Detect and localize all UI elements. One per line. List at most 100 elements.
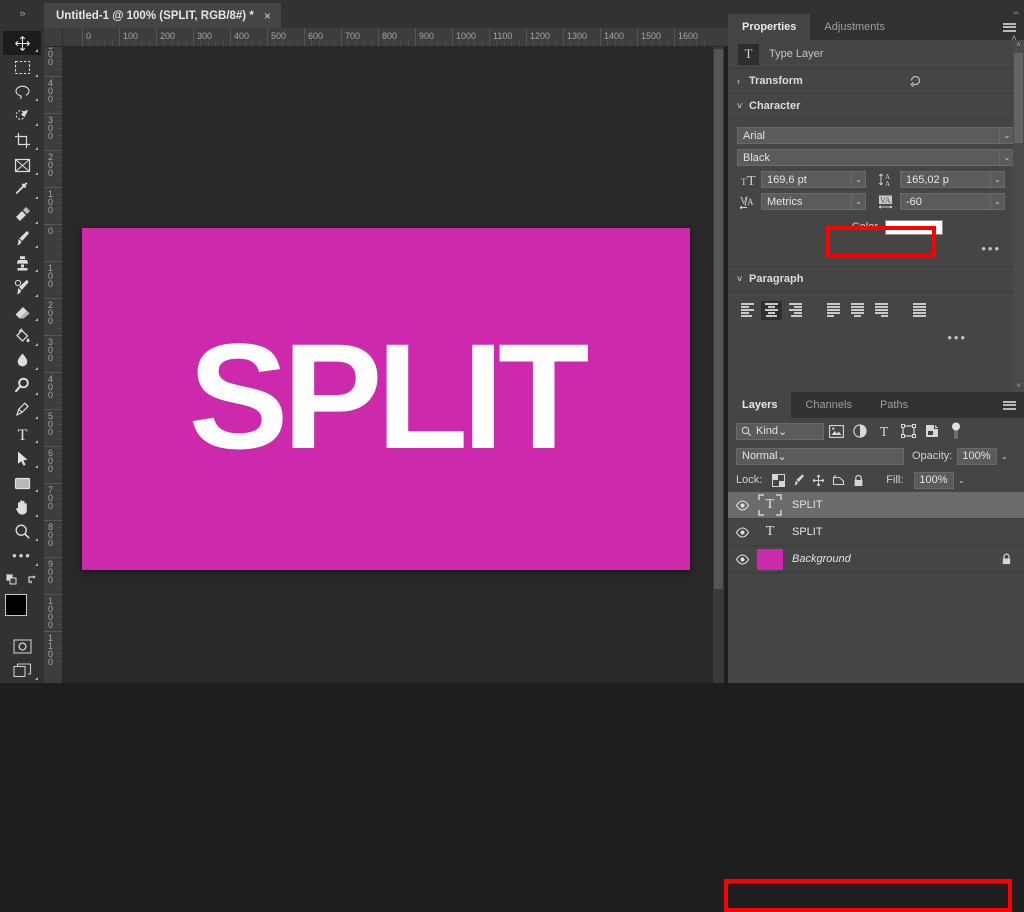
lock-artboard-nesting-icon[interactable] (828, 471, 848, 489)
lasso-tool[interactable] (3, 80, 41, 104)
eyedropper-tool[interactable] (3, 178, 41, 202)
pixel-filter-icon[interactable] (824, 421, 848, 441)
layer-visibility-icon[interactable] (728, 500, 756, 511)
justify-last-left-button[interactable] (823, 301, 844, 320)
zoom-tool[interactable] (3, 520, 41, 544)
dodge-tool[interactable] (3, 373, 41, 397)
leading-field[interactable]: AA 165,02 p ⌄ (876, 171, 1015, 188)
layer-thumbnail[interactable]: T (756, 521, 784, 543)
eraser-tool[interactable] (3, 300, 41, 324)
layer-name[interactable]: SPLIT (792, 499, 823, 511)
chevron-down-icon[interactable]: ⌄ (999, 150, 1014, 165)
quick-selection-tool[interactable] (3, 104, 41, 128)
chevron-down-icon[interactable]: ⌄ (997, 448, 1011, 465)
font-family-select[interactable]: Arial ⌄ (737, 127, 1015, 144)
chevron-down-icon[interactable]: ⌄ (999, 128, 1014, 143)
lock-position-icon[interactable] (808, 471, 828, 489)
tab-channels[interactable]: Channels (791, 392, 865, 418)
tab-properties[interactable]: Properties (728, 14, 810, 40)
smart-object-filter-icon[interactable] (920, 421, 944, 441)
properties-scrollbar-thumb[interactable] (1014, 53, 1023, 143)
artboard[interactable]: SPLIT (82, 228, 690, 570)
swap-colors-icon[interactable] (27, 574, 39, 585)
clone-stamp-tool[interactable] (3, 251, 41, 275)
lock-transparent-pixels-icon[interactable] (768, 471, 788, 489)
layer-visibility-icon[interactable] (728, 554, 756, 565)
justify-last-right-button[interactable] (871, 301, 892, 320)
table-row[interactable]: T SPLIT (728, 519, 1024, 546)
tab-paths[interactable]: Paths (866, 392, 922, 418)
font-size-value[interactable]: 169,6 pt ⌄ (761, 171, 866, 188)
pen-tool[interactable] (3, 398, 41, 422)
hand-tool[interactable] (3, 495, 41, 519)
font-size-field[interactable]: TT 169,6 pt ⌄ (737, 171, 876, 188)
tab-adjustments[interactable]: Adjustments (810, 14, 899, 40)
chevron-down-icon[interactable]: ⌄ (851, 194, 865, 209)
properties-scrollbar[interactable]: ˄ ˅ (1013, 40, 1024, 392)
layer-thumbnail[interactable] (756, 548, 784, 570)
character-more-options[interactable]: ••• (737, 241, 1015, 256)
frame-tool[interactable] (3, 153, 41, 177)
document-tab[interactable]: Untitled-1 @ 100% (SPLIT, RGB/8#) * × (44, 3, 281, 28)
kerning-field[interactable]: VA Metrics ⌄ (737, 193, 876, 210)
tab-layers[interactable]: Layers (728, 392, 791, 418)
chevron-down-icon[interactable]: ⌄ (851, 172, 865, 187)
default-colors-icon[interactable] (6, 574, 17, 585)
opacity-input[interactable]: 100% (957, 448, 997, 465)
filter-kind-select[interactable]: Kind ⌄ (736, 423, 824, 440)
kerning-value[interactable]: Metrics ⌄ (761, 193, 866, 210)
canvas-scrollbar-thumb[interactable] (714, 49, 723, 589)
text-color-swatch[interactable] (885, 220, 943, 235)
font-style-select[interactable]: Black ⌄ (737, 149, 1015, 166)
table-row[interactable]: Background (728, 546, 1024, 573)
fill-input[interactable]: 100% (914, 472, 954, 489)
shape-filter-icon[interactable] (896, 421, 920, 441)
align-center-button[interactable] (761, 301, 782, 320)
edit-toolbar-button[interactable]: ••• (3, 544, 41, 568)
screen-mode-icon[interactable] (3, 659, 41, 683)
justify-last-center-button[interactable] (847, 301, 868, 320)
ruler-origin-corner[interactable] (44, 28, 63, 47)
leading-value[interactable]: 165,02 p ⌄ (900, 171, 1005, 188)
paragraph-more-options[interactable]: ••• (737, 330, 1015, 345)
table-row[interactable]: T SPLIT (728, 492, 1024, 519)
move-tool[interactable] (3, 31, 41, 55)
canvas-workspace[interactable]: SPLIT (63, 47, 724, 683)
chevron-down-icon[interactable]: ⌄ (990, 172, 1004, 187)
chevron-down-icon[interactable]: ⌄ (778, 425, 787, 438)
align-left-button[interactable] (737, 301, 758, 320)
layer-thumbnail[interactable]: T (756, 494, 784, 516)
history-brush-tool[interactable] (3, 275, 41, 299)
align-right-button[interactable] (785, 301, 806, 320)
tracking-field[interactable]: VA -60 ⌄ (876, 193, 1015, 210)
transform-section-header[interactable]: › Transform (728, 69, 1024, 94)
collapse-panels-left-icon[interactable]: » (0, 0, 44, 28)
layer-name[interactable]: Background (792, 553, 851, 565)
blur-tool[interactable] (3, 349, 41, 373)
layer-name[interactable]: SPLIT (792, 526, 823, 538)
chevron-down-icon[interactable]: ⌄ (990, 194, 1004, 209)
brush-tool[interactable] (3, 227, 41, 251)
vertical-ruler[interactable]: 5004003002001000100200300400500600700800… (44, 47, 63, 683)
paragraph-section-header[interactable]: ˅ Paragraph (728, 267, 1024, 292)
tracking-value[interactable]: -60 ⌄ (900, 193, 1005, 210)
rectangle-tool[interactable] (3, 471, 41, 495)
chevron-down-icon[interactable]: ⌄ (954, 472, 968, 489)
filter-enable-toggle[interactable] (948, 421, 964, 441)
lock-icon[interactable] (1001, 553, 1012, 565)
type-tool[interactable]: T (3, 422, 41, 446)
character-section-header[interactable]: ˅ Character (728, 94, 1024, 119)
layers-panel-menu-icon[interactable] (1003, 392, 1016, 418)
crop-tool[interactable] (3, 129, 41, 153)
lock-all-icon[interactable] (848, 471, 868, 489)
spot-healing-brush-tool[interactable] (3, 202, 41, 226)
close-icon[interactable]: × (264, 9, 271, 23)
ruler-collapse-arrow-icon[interactable]: ˄ (1006, 28, 1022, 47)
rectangular-marquee-tool[interactable] (3, 55, 41, 79)
type-filter-icon[interactable]: T (872, 421, 896, 441)
chevron-down-icon[interactable]: ⌄ (777, 450, 786, 463)
adjustment-filter-icon[interactable] (848, 421, 872, 441)
artboard-text[interactable]: SPLIT (82, 228, 690, 570)
canvas-vertical-scrollbar[interactable] (713, 47, 724, 683)
paint-bucket-tool[interactable] (3, 324, 41, 348)
